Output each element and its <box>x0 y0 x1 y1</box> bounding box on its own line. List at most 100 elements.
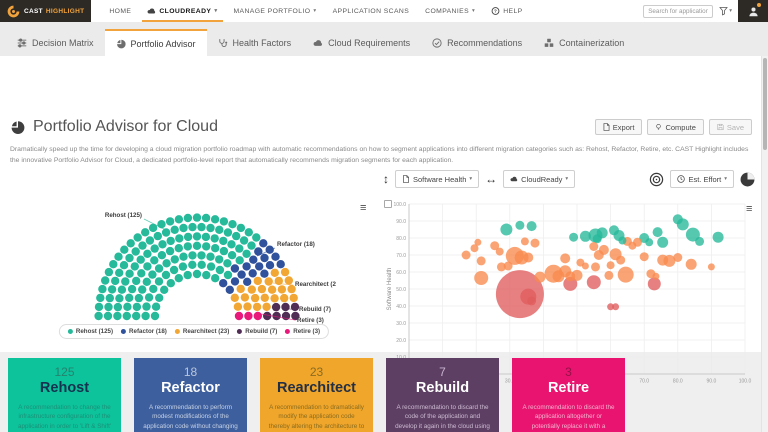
search-input[interactable] <box>643 5 713 18</box>
y-axis-select[interactable]: Software Health ▾ <box>395 170 479 188</box>
segment-card-rehost[interactable]: 125RehostA recommendation to change the … <box>8 358 121 432</box>
svg-text:40.0: 40.0 <box>396 304 406 310</box>
menu-item-label: HOME <box>109 8 131 15</box>
effort-select-label: Est. Effort <box>688 175 721 184</box>
main-content: Portfolio Advisor for Cloud Export Compu… <box>0 56 768 352</box>
tab-recommendations[interactable]: Recommendations <box>421 29 533 56</box>
notification-dot <box>757 3 761 7</box>
question-icon: ? <box>491 7 500 15</box>
filter-button[interactable]: ▾ <box>719 6 732 16</box>
legend-item-refactor[interactable]: Refactor (18) <box>121 328 167 335</box>
pie-icon <box>116 39 126 49</box>
segment-card-refactor[interactable]: 18RefactorA recommendation to perform mo… <box>134 358 247 432</box>
segment-callout-label: Refactor (18) <box>277 241 315 248</box>
report-tabbar: Decision Matrix Portfolio Advisor Health F… <box>0 22 768 56</box>
segment-cards: 125RehostA recommendation to change the … <box>8 358 625 432</box>
tab-label: Health Factors <box>233 38 292 48</box>
legend-label: Rebuild (7) <box>245 328 277 335</box>
save-button[interactable]: Save <box>709 119 752 135</box>
svg-text:70.0: 70.0 <box>396 253 406 259</box>
legend-dot <box>175 329 180 334</box>
segment-card-rebuild[interactable]: 7RebuildA recommendation to discard the … <box>386 358 499 432</box>
menu-item-help[interactable]: ?HELP <box>483 0 530 22</box>
caret-down-icon: ▾ <box>214 8 217 14</box>
floppy-icon <box>717 123 724 131</box>
title-row: Portfolio Advisor for Cloud Export Compu… <box>10 118 752 136</box>
svg-text:30.0: 30.0 <box>396 321 406 327</box>
svg-text:50.0: 50.0 <box>396 287 406 293</box>
compute-button[interactable]: Compute <box>647 119 703 135</box>
legend-item-rearchitect[interactable]: Rearchitect (23) <box>175 328 229 335</box>
segment-callout-label: Retire (3) <box>297 317 324 324</box>
legend-label: Rearchitect (23) <box>183 328 229 335</box>
card-title: Refactor <box>134 380 247 396</box>
bulb-icon <box>655 123 662 131</box>
scrollbar-thumb[interactable] <box>763 58 767 150</box>
page-scrollbar[interactable] <box>761 56 768 432</box>
caret-down-icon: ▾ <box>469 176 472 182</box>
chart-controls: ↕ Software Health ▾ ↔ CloudReady ▾ Est. … <box>383 169 755 189</box>
legend-label: Retire (3) <box>293 328 320 335</box>
svg-text:90.0: 90.0 <box>707 379 717 385</box>
export-button[interactable]: Export <box>595 119 643 135</box>
legend-dot <box>285 329 290 334</box>
menu-item-application-scans[interactable]: APPLICATION SCANS <box>325 0 418 22</box>
chart-menu-icon[interactable]: ≡ <box>360 203 366 214</box>
svg-text:100.0: 100.0 <box>739 379 752 385</box>
page-title: Portfolio Advisor for Cloud <box>33 118 218 136</box>
x-axis-select-label: CloudReady <box>521 175 562 184</box>
segment-callout-label: Rebuild (7) <box>299 306 331 313</box>
cast-logo-icon <box>7 5 20 18</box>
menu-item-companies[interactable]: COMPANIES▾ <box>417 0 483 22</box>
card-value: 3 <box>512 365 625 379</box>
tab-decision-matrix[interactable]: Decision Matrix <box>6 29 105 56</box>
effort-select[interactable]: Est. Effort ▾ <box>670 170 734 188</box>
svg-text:80.0: 80.0 <box>673 379 683 385</box>
menu-item-label: COMPANIES <box>425 8 469 15</box>
card-title: Rebuild <box>386 380 499 396</box>
legend-item-rebuild[interactable]: Rebuild (7) <box>237 328 277 335</box>
svg-text:80.0: 80.0 <box>396 236 406 242</box>
parliament-chart[interactable]: Rehost (125)Refactor (18)Rearchitect (23… <box>80 204 336 326</box>
vertical-axis-icon: ↕ <box>383 173 389 185</box>
tab-containerization[interactable]: Containerization <box>533 29 635 56</box>
menu-item-cloudready[interactable]: CLOUDREADY▾ <box>139 0 225 22</box>
card-value: 125 <box>8 365 121 379</box>
brand-cast: CAST <box>24 8 43 15</box>
tab-health-factors[interactable]: Health Factors <box>207 29 303 56</box>
svg-text:90.0: 90.0 <box>396 219 406 225</box>
check-circle-icon <box>432 38 442 48</box>
compute-label: Compute <box>665 123 695 132</box>
main-menu: HOME CLOUDREADY▾MANAGE PORTFOLIO▾ APPLICAT… <box>101 0 530 22</box>
caret-down-icon: ▾ <box>472 8 475 14</box>
document-icon <box>402 175 410 183</box>
page-actions: Export Compute Save <box>595 119 752 135</box>
sliders-icon <box>17 38 27 48</box>
card-description: A recommendation to discard the code of … <box>386 403 499 432</box>
tab-label: Portfolio Advisor <box>131 39 196 49</box>
stethoscope-icon <box>218 38 228 48</box>
segment-card-retire[interactable]: 3RetireA recommendation to discard the a… <box>512 358 625 432</box>
legend-item-retire[interactable]: Retire (3) <box>285 328 320 335</box>
brand-logo[interactable]: CAST HIGHLIGHT <box>0 0 91 22</box>
menu-item-manage-portfolio[interactable]: MANAGE PORTFOLIO▾ <box>226 0 325 22</box>
segment-card-rearchitect[interactable]: 23RearchitectA recommendation to dramati… <box>260 358 373 432</box>
menu-item-home[interactable]: HOME <box>101 0 139 22</box>
card-description: A recommendation to change the infrastru… <box>8 403 121 432</box>
target-icon[interactable] <box>649 172 664 187</box>
cubes-icon <box>544 38 554 48</box>
tab-cloud-requirements[interactable]: Cloud Requirements <box>302 29 421 56</box>
export-label: Export <box>613 123 635 132</box>
caret-down-icon: ▾ <box>565 176 568 182</box>
card-title: Retire <box>512 380 625 396</box>
card-value: 23 <box>260 365 373 379</box>
x-axis-select[interactable]: CloudReady ▾ <box>503 170 575 188</box>
bubble-mode-icon[interactable] <box>740 172 755 187</box>
legend-item-rehost[interactable]: Rehost (125) <box>68 328 113 335</box>
save-label: Save <box>727 123 744 132</box>
legend-dot <box>68 329 73 334</box>
tab-portfolio-advisor[interactable]: Portfolio Advisor <box>105 29 207 56</box>
user-menu[interactable] <box>738 0 768 22</box>
menu-item-label: APPLICATION SCANS <box>333 8 410 15</box>
cloud-icon <box>313 38 323 48</box>
